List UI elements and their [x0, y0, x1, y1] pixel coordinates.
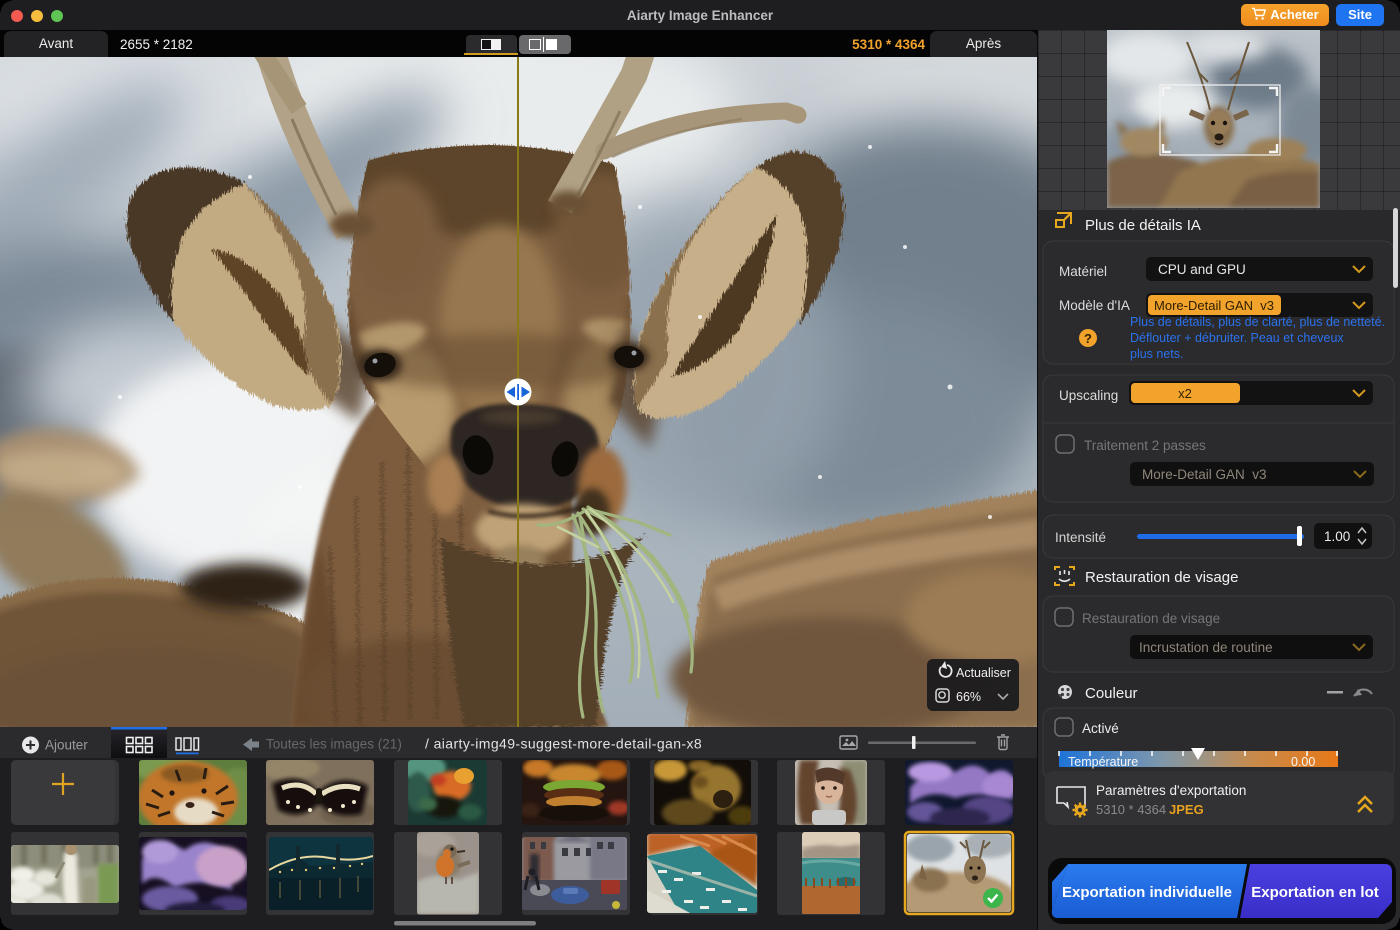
svg-text:Restauration de visage: Restauration de visage [1085, 569, 1238, 586]
svg-text:Ajouter: Ajouter [45, 738, 88, 753]
svg-text:Paramètres d'exportation: Paramètres d'exportation [1096, 783, 1246, 798]
svg-text:?: ? [1084, 331, 1092, 346]
svg-text:More-Detail GAN v3: More-Detail GAN v3 [1142, 467, 1267, 482]
svg-text:JPEG: JPEG [1169, 802, 1204, 817]
svg-text:Activé: Activé [1082, 721, 1119, 736]
svg-text:Actualiser: Actualiser [956, 666, 1011, 680]
svg-text:1.00: 1.00 [1324, 529, 1350, 544]
svg-text:Température: Température [1068, 755, 1138, 769]
svg-text:Traitement 2 passes: Traitement 2 passes [1084, 438, 1206, 453]
svg-text:Upscaling: Upscaling [1059, 388, 1118, 403]
svg-text:Exportation en lot: Exportation en lot [1251, 884, 1379, 901]
svg-text:Déflouter + débruiter. Peau et: Déflouter + débruiter. Peau et cheveux [1130, 331, 1344, 345]
svg-text:Intensité: Intensité [1055, 530, 1106, 545]
svg-text:Restauration de visage: Restauration de visage [1082, 611, 1220, 626]
svg-text:More-Detail GAN v3: More-Detail GAN v3 [1154, 298, 1274, 313]
svg-text:66%: 66% [956, 690, 981, 704]
svg-text:Modèle d'IA: Modèle d'IA [1059, 298, 1130, 313]
svg-text:CPU and GPU: CPU and GPU [1158, 262, 1246, 277]
svg-text:x2: x2 [1178, 386, 1192, 401]
svg-text:Matériel: Matériel [1059, 264, 1107, 279]
svg-text:5310 * 4364: 5310 * 4364 [1096, 802, 1166, 817]
svg-text:plus nets.: plus nets. [1130, 347, 1184, 361]
svg-text:Plus de détails, plus de clart: Plus de détails, plus de clarté, plus de… [1130, 315, 1385, 329]
svg-text:Incrustation de routine: Incrustation de routine [1139, 640, 1273, 655]
svg-text:Plus de détails IA: Plus de détails IA [1085, 217, 1201, 234]
svg-text:Toutes les images (21): Toutes les images (21) [266, 737, 402, 752]
svg-text:Couleur: Couleur [1085, 685, 1138, 702]
svg-text:0.00: 0.00 [1291, 755, 1315, 769]
svg-text:Exportation individuelle: Exportation individuelle [1062, 884, 1232, 901]
svg-text:/ aiarty-img49-suggest-more-de: / aiarty-img49-suggest-more-detail-gan-x… [425, 736, 702, 752]
